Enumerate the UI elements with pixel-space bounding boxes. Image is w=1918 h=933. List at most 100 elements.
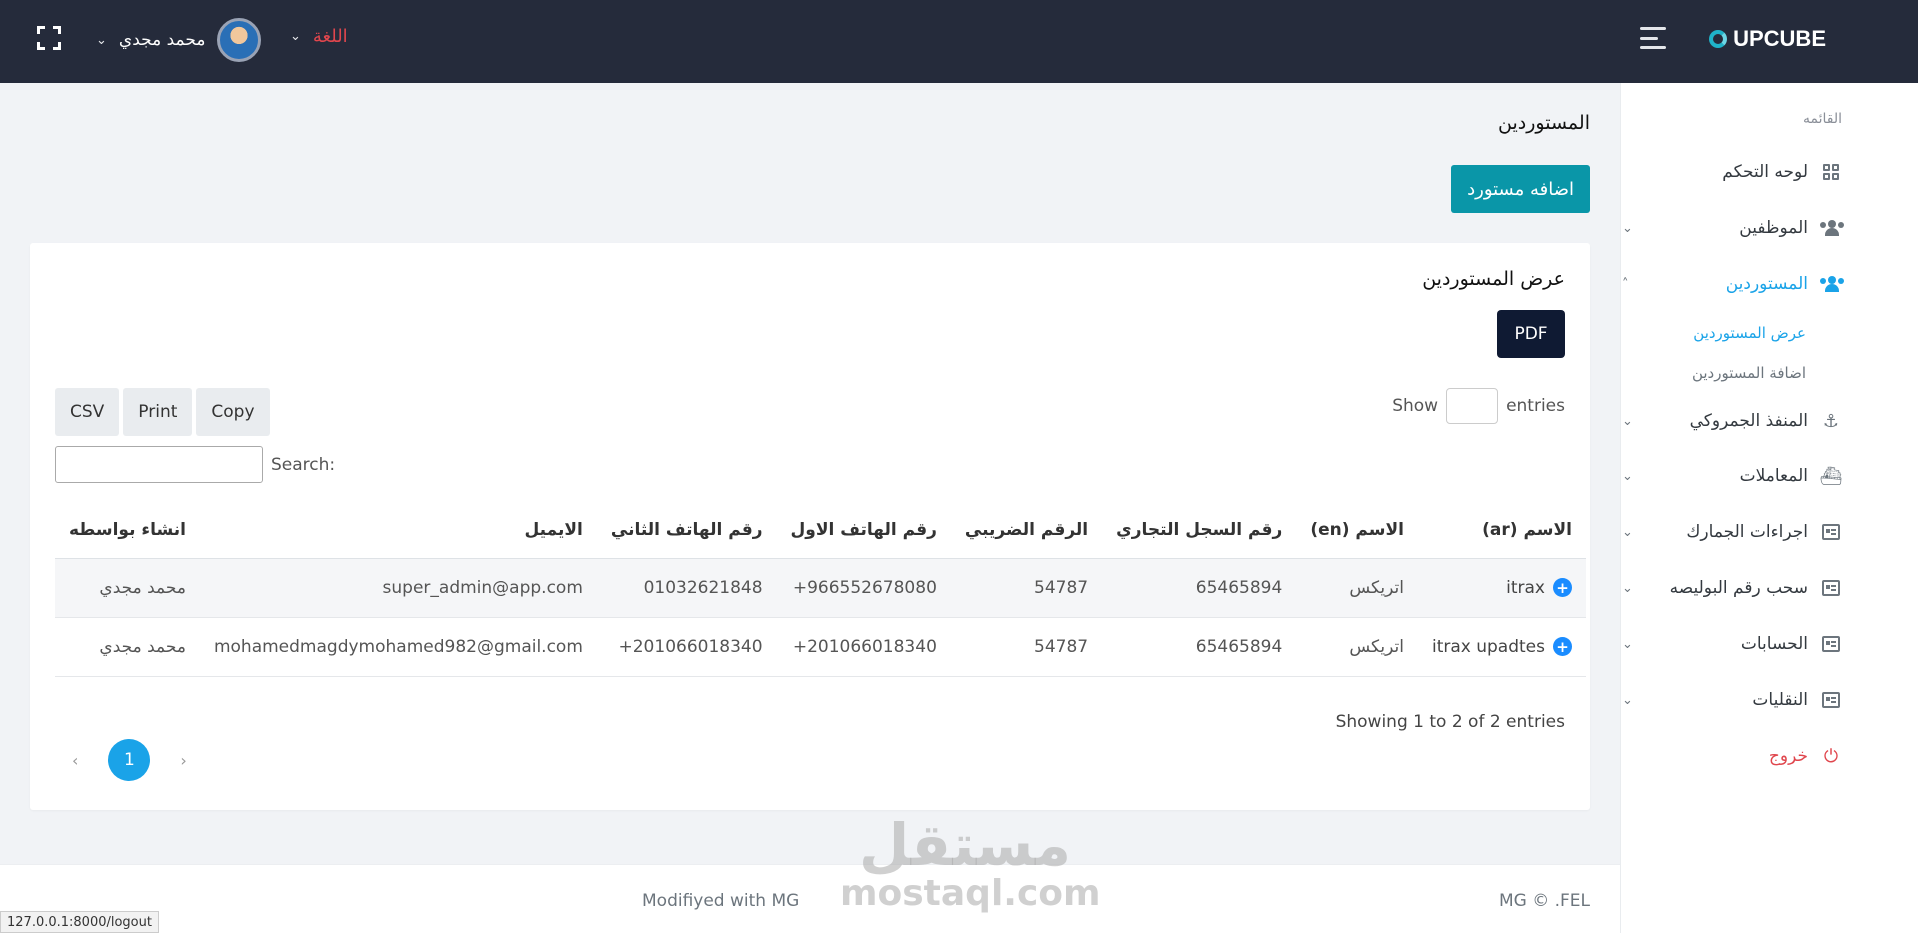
avatar [217,18,262,62]
list-box-icon [1820,523,1842,541]
card-title: عرض المستوردين [1422,268,1565,290]
page-title: المستوردين [1498,112,1590,134]
sidebar-item-label: المعاملات [1739,466,1808,486]
table-cell: 65465894 [1102,617,1297,677]
users-icon [1820,275,1844,293]
expand-row-icon[interactable]: + [1552,578,1572,597]
table-cell: mohamedmagdymohamed982@gmail.com [199,617,597,677]
table-cell: محمد مجدي [55,558,200,618]
sidebar-item-label: الموظفين [1739,218,1808,238]
sidebar-item-policy-number[interactable]: سحب رقم البوليصه ⌄ [1622,573,1842,603]
sidebar-item-label: سحب رقم البوليصه [1669,578,1808,598]
watermark: مستقل mostaql.com [840,811,1101,914]
fullscreen-icon[interactable] [37,26,61,50]
importers-card: عرض المستوردين PDF Show entries CSV Prin… [30,243,1590,810]
table-cell: +966552678080 [776,558,951,618]
entries-length-control: Show entries [1392,388,1565,424]
pagination-next[interactable]: ‹ [72,751,78,770]
column-header[interactable]: رقم الهاتف الثاني [596,503,777,559]
sidebar-item-label: اجراءات الجمارك [1686,522,1808,542]
table-row: + itrax upadtes اتريكس 65465894 54787 +20… [55,617,1586,677]
ship-icon: ⛴ [1819,465,1843,487]
hamburger-menu-icon[interactable] [1640,27,1666,49]
chevron-down-icon: ⌄ [1622,413,1633,429]
table-row: + itrax اتريكس 65465894 54787 +9665526780… [55,558,1586,618]
dashboard-icon [1820,163,1842,181]
column-header[interactable]: رقم السجل التجاري [1102,503,1297,559]
chevron-down-icon: ⌄ [290,29,301,44]
sidebar-subitem-add-importers[interactable]: اضافة المستوردين [1692,364,1806,382]
add-importer-button[interactable]: اضافه مستورد [1451,165,1590,213]
column-header[interactable]: الاسم (ar) [1417,503,1586,559]
table-cell: اتريكس [1296,558,1418,618]
sidebar-item-importers[interactable]: المستوردين ˄ [1622,269,1844,299]
chevron-up-icon: ˄ [1622,276,1629,292]
sidebar-item-transport[interactable]: النقليات ⌄ [1622,685,1842,715]
sidebar-item-customs-procedures[interactable]: اجراءات الجمارك ⌄ [1622,517,1842,547]
table-info: Showing 1 to 2 of 2 entries [1335,712,1565,732]
pagination-previous[interactable]: › [180,751,186,770]
sidebar: القائمه لوحه التحكم الموظفين ⌄ المستوردي… [1620,83,1918,933]
copy-button[interactable]: Copy [196,388,270,436]
chevron-down-icon: ⌄ [1622,692,1633,708]
chevron-down-icon: ⌄ [1622,220,1633,236]
table-cell: محمد مجدي [55,617,200,677]
sidebar-item-label: خروج [1768,746,1808,766]
watermark-latin: mostaql.com [840,873,1101,914]
show-label: Show [1392,396,1439,416]
watermark-arabic: مستقل [858,811,1072,879]
status-bar-url: 127.0.0.1:8000/logout [0,911,159,933]
sidebar-subitem-view-importers[interactable]: عرض المستوردين [1693,324,1806,342]
sidebar-item-logout[interactable]: ⏻ خروج [1642,741,1842,771]
search-input[interactable] [55,446,263,483]
sidebar-item-label: المستوردين [1725,274,1808,294]
pdf-button[interactable]: PDF [1497,310,1565,358]
chevron-down-icon: ⌄ [96,32,107,48]
sidebar-item-accounts[interactable]: الحسابات ⌄ [1622,629,1842,659]
table-cell: 54787 [950,558,1103,618]
list-box-icon [1820,691,1842,709]
user-dropdown[interactable]: ⌄ محمد مجدي [96,18,262,62]
sidebar-item-customs-port[interactable]: ⚓ المنفذ الجمروكي ⌄ [1622,406,1842,436]
entries-label: entries [1506,396,1565,416]
table-header-row: الاسم (ar) الاسم (en) رقم السجل التجاري … [55,503,1586,559]
column-header[interactable]: رقم الهاتف الاول [776,503,951,559]
table-cell: 01032621848 [596,558,777,618]
sidebar-item-label: المنفذ الجمروكي [1689,411,1808,431]
power-icon: ⏻ [1823,745,1839,767]
expand-row-icon[interactable]: + [1552,637,1572,656]
sidebar-item-label: لوحه التحكم [1722,162,1808,182]
anchor-icon: ⚓ [1822,410,1840,432]
column-header[interactable]: الاسم (en) [1296,503,1418,559]
print-button[interactable]: Print [123,388,193,436]
language-dropdown[interactable]: ⌄ اللغة [290,26,348,47]
top-navbar: UPCUBE ⌄ اللغة ⌄ محمد مجدي [0,0,1918,83]
importers-table: الاسم (ar) الاسم (en) رقم السجل التجاري … [55,503,1586,677]
sidebar-item-employees[interactable]: الموظفين ⌄ [1622,213,1844,243]
search-control: Search: [55,446,335,483]
entries-select[interactable] [1446,388,1499,424]
search-label: Search: [271,454,336,475]
table-cell: 65465894 [1102,558,1297,618]
pagination-current-page[interactable]: 1 [108,739,151,781]
chevron-down-icon: ⌄ [1622,636,1633,652]
sidebar-item-transactions[interactable]: ⛴ المعاملات ⌄ [1622,461,1843,491]
table-cell: + itrax upadtes [1417,617,1586,677]
brand-name: UPCUBE [1733,26,1826,51]
export-buttons: CSV Print Copy [55,388,270,436]
chevron-down-icon: ⌄ [1622,580,1633,596]
csv-button[interactable]: CSV [55,388,120,436]
column-header[interactable]: الرقم الضريبي [950,503,1103,559]
footer: Modifiyed with MG MG © .FEL [0,864,1620,933]
sidebar-item-dashboard[interactable]: لوحه التحكم [1642,157,1842,187]
chevron-down-icon: ⌄ [1622,524,1633,540]
column-header[interactable]: الايميل [199,503,597,559]
column-header[interactable]: انشاء بواسطه [55,503,200,559]
sidebar-section-title: القائمه [1803,111,1842,127]
table-cell: super_admin@app.com [199,558,597,618]
pagination: ‹ 1 › [72,739,187,781]
user-name: محمد مجدي [118,30,206,50]
brand-logo[interactable]: UPCUBE [1709,26,1826,52]
chevron-down-icon: ⌄ [1622,468,1633,484]
table-cell: +201066018340 [596,617,777,677]
